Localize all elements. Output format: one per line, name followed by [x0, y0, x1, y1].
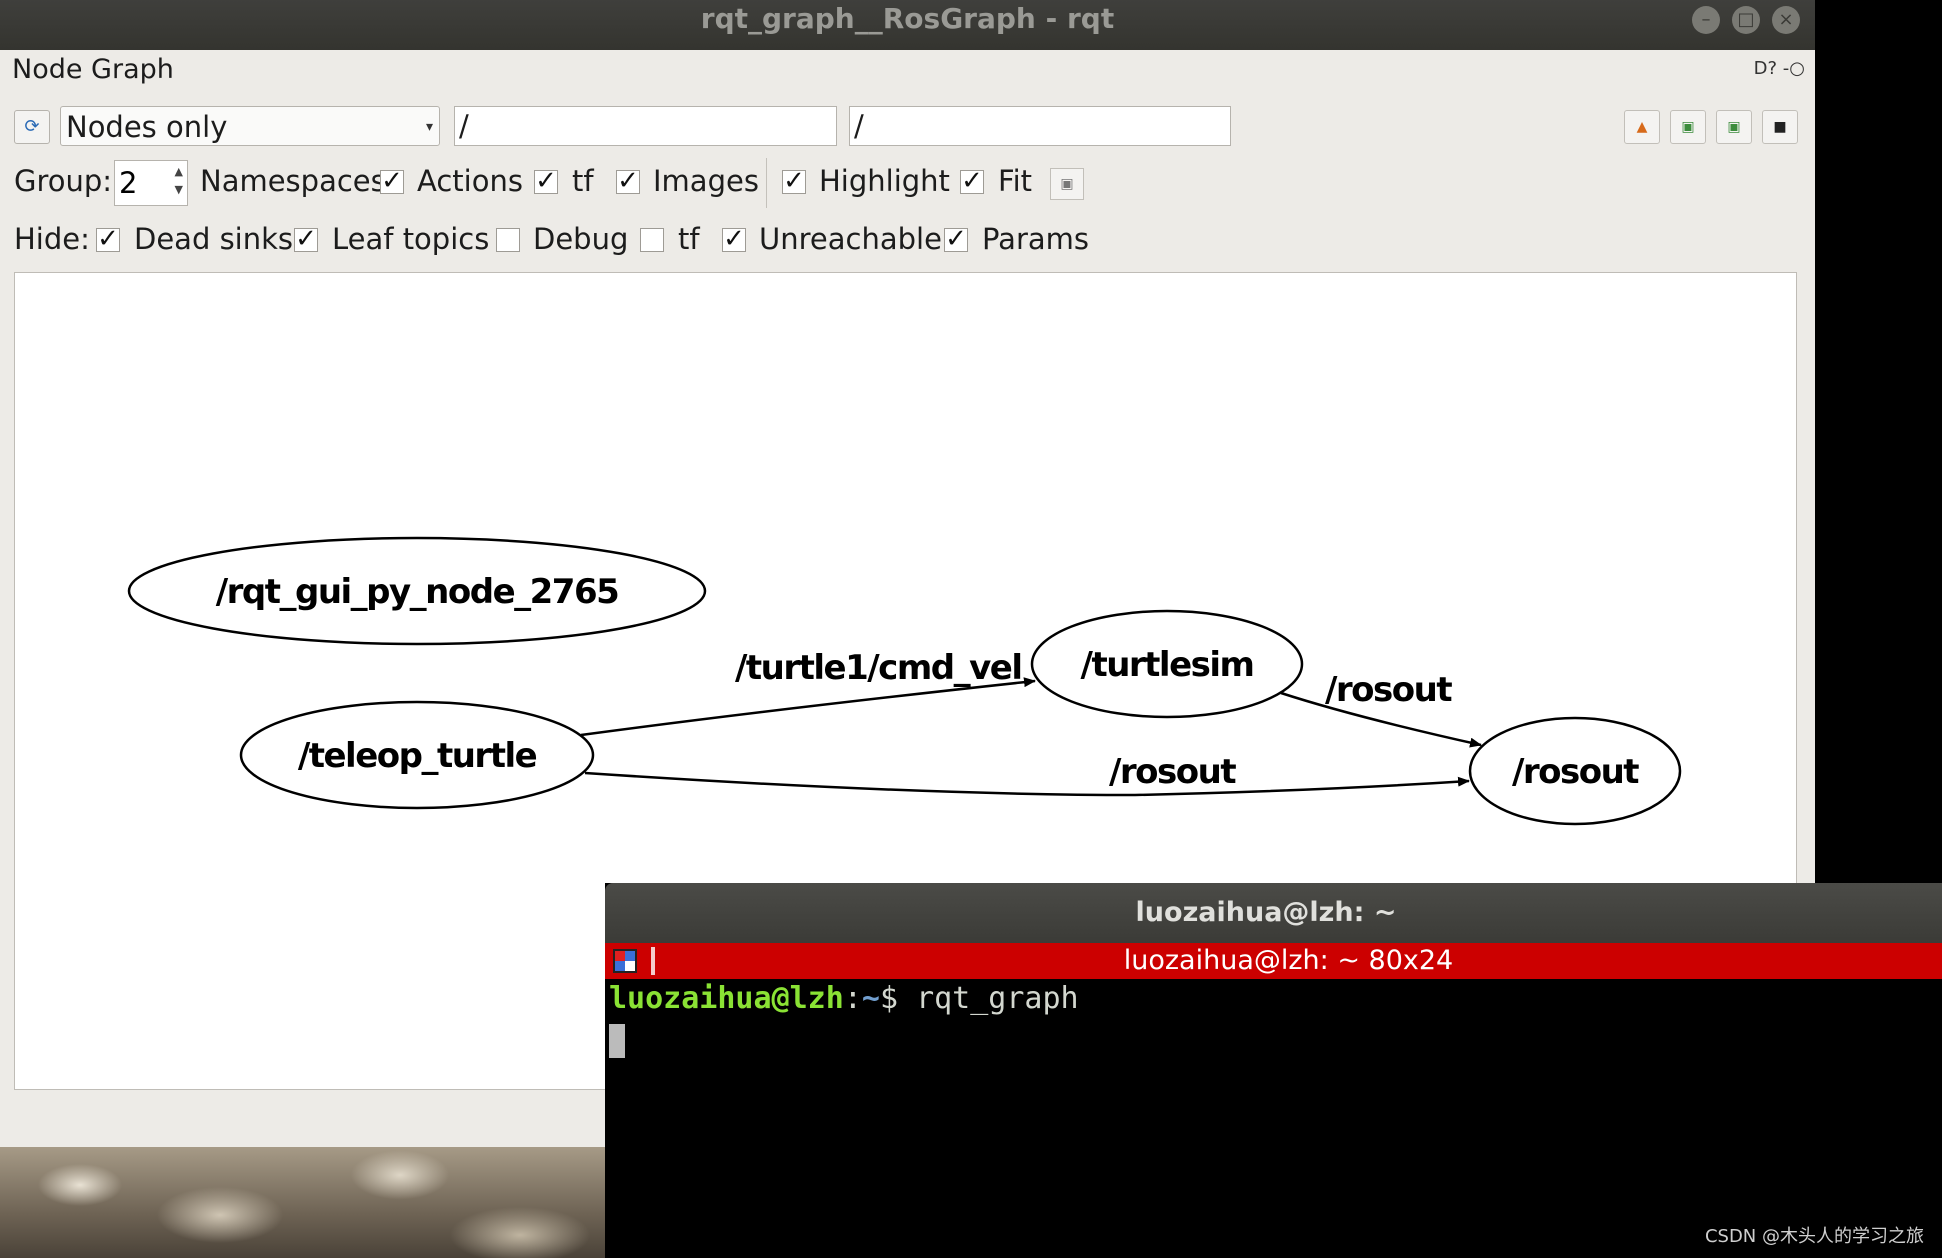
save-image-icon[interactable]: ■	[1762, 110, 1798, 144]
edge-label-rosout-1: /rosout	[1325, 670, 1452, 710]
tf-label: tf	[572, 164, 594, 198]
unreachable-checkbox[interactable]: ✓	[722, 226, 746, 252]
desktop-background	[0, 1145, 610, 1258]
refresh-icon[interactable]: ⟳	[14, 110, 50, 144]
fit-checkbox[interactable]: ✓	[960, 168, 984, 194]
terminal-command: rqt_graph	[916, 981, 1079, 1016]
chevron-down-icon: ▾	[425, 119, 433, 135]
terminal-window[interactable]: luozaihua@lzh: ~ luozaihua@lzh: ~ 80x24 …	[605, 883, 1942, 1258]
spin-arrows-icon[interactable]: ▲ ▼	[175, 163, 183, 199]
debug-checkbox[interactable]	[496, 228, 520, 252]
fit-in-view-icon[interactable]: ▣	[1050, 168, 1084, 200]
node-label-turtlesim: /turtlesim	[1081, 645, 1254, 685]
close-icon[interactable]: ×	[1772, 6, 1800, 34]
node-label-teleop: /teleop_turtle	[298, 736, 537, 776]
actions-label: Actions	[417, 164, 523, 198]
prompt-path: ~	[861, 981, 880, 1016]
terminal-tab[interactable]: luozaihua@lzh: ~ 80x24	[605, 943, 1942, 979]
graph-node-turtlesim[interactable]: /turtlesim	[1030, 609, 1304, 719]
group-label: Group:	[14, 164, 113, 198]
toolbar-separator	[766, 158, 767, 208]
plugin-help-icon[interactable]: D? -○	[1754, 58, 1805, 79]
graph-edge-turtlesim-rosout[interactable]: /rosout	[1280, 670, 1482, 748]
save-svg-icon[interactable]: ▣	[1716, 110, 1752, 144]
edge-label-rosout-2: /rosout	[1109, 752, 1236, 792]
actions-checkbox[interactable]: ✓	[534, 168, 558, 194]
unreachable-label: Unreachable	[759, 222, 942, 256]
terminal-output[interactable]: luozaihua@lzh:~$ rqt_graph	[609, 979, 1079, 1059]
plugin-title: Node Graph	[12, 54, 174, 85]
dead-sinks-checkbox[interactable]: ✓	[96, 226, 120, 252]
namespaces-checkbox[interactable]: ✓	[380, 168, 404, 194]
desktop-edge	[1815, 0, 1942, 883]
window-title: rqt_graph__RosGraph - rqt	[700, 2, 1115, 35]
leaf-topics-checkbox[interactable]: ✓	[294, 226, 318, 252]
edge-label-cmd-vel: /turtle1/cmd_vel	[735, 648, 1021, 688]
terminal-tab-title: luozaihua@lzh: ~ 80x24	[1123, 945, 1454, 976]
namespaces-label: Namespaces	[200, 164, 386, 198]
save-dot-icon[interactable]: ▣	[1670, 110, 1706, 144]
window-titlebar[interactable]: rqt_graph__RosGraph - rqt – □ ×	[0, 0, 1815, 50]
params-checkbox[interactable]: ✓	[944, 226, 968, 252]
node-label-rosout: /rosout	[1512, 752, 1639, 792]
graph-node-rqt-gui[interactable]: /rqt_gui_py_node_2765	[127, 536, 707, 646]
maximize-icon[interactable]: □	[1732, 6, 1760, 34]
images-label: Images	[653, 164, 759, 198]
hide-tf-label: tf	[678, 222, 700, 256]
group-value: 2	[119, 166, 138, 200]
terminal-title: luozaihua@lzh: ~	[1135, 897, 1397, 928]
tf-checkbox[interactable]: ✓	[616, 168, 640, 194]
watermark: CSDN @木头人的学习之旅	[1704, 1226, 1924, 1247]
terminal-cursor	[609, 1023, 625, 1058]
hide-tf-checkbox[interactable]	[640, 228, 664, 252]
minimize-icon[interactable]: –	[1692, 6, 1720, 34]
leaf-topics-label: Leaf topics	[332, 222, 490, 256]
node-label-rqt-gui: /rqt_gui_py_node_2765	[216, 572, 619, 612]
graph-edge-cmd-vel[interactable]: /turtle1/cmd_vel	[580, 648, 1036, 737]
group-spinbox[interactable]: 2 ▲ ▼	[114, 160, 188, 206]
debug-label: Debug	[533, 222, 629, 256]
fit-label: Fit	[998, 164, 1032, 198]
terminal-prompt-line: luozaihua@lzh:~$ rqt_graph	[609, 979, 1079, 1019]
highlight-label: Highlight	[819, 164, 950, 198]
prompt-user: luozaihua@lzh	[609, 981, 844, 1016]
highlight-checkbox[interactable]: ✓	[782, 168, 806, 194]
mode-select-value: Nodes only	[66, 110, 228, 144]
graph-node-teleop[interactable]: /teleop_turtle	[239, 700, 595, 810]
dead-sinks-label: Dead sinks	[134, 222, 294, 256]
mode-select[interactable]: Nodes only ▾	[60, 106, 440, 146]
node-filter-input[interactable]: /	[454, 106, 837, 146]
terminal-titlebar[interactable]: luozaihua@lzh: ~	[605, 883, 1942, 943]
graph-node-rosout[interactable]: /rosout	[1468, 716, 1682, 826]
prompt-symbol: $	[879, 981, 898, 1016]
topic-filter-input[interactable]: /	[849, 106, 1231, 146]
hide-label: Hide:	[14, 222, 90, 256]
plugin-header: Node Graph D? -○	[0, 50, 1815, 86]
prompt-separator: :	[843, 981, 862, 1016]
params-label: Params	[982, 222, 1090, 256]
load-dot-icon[interactable]: ▲	[1624, 110, 1660, 144]
graph-edge-teleop-rosout[interactable]: /rosout	[584, 752, 1470, 797]
